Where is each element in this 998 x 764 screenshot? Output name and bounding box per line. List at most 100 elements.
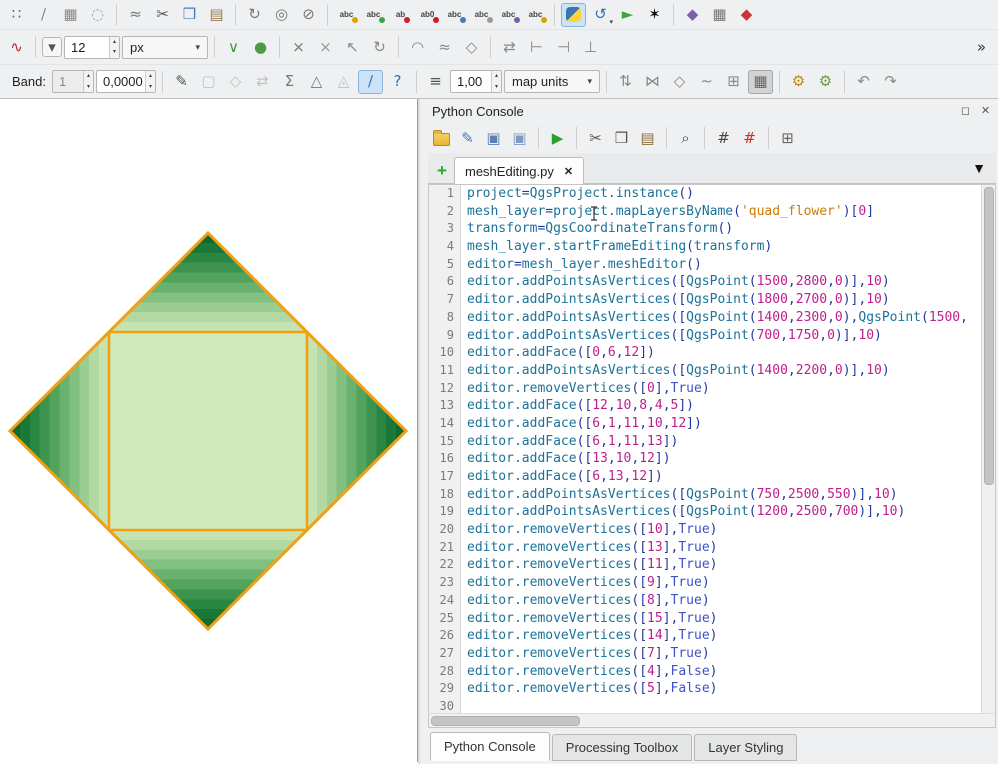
label-rotate-icon[interactable]: abc: [469, 3, 494, 27]
digitize-curve-icon[interactable]: ∨: [221, 35, 246, 59]
code-line[interactable]: 22editor.removeVertices([11],True): [429, 556, 981, 574]
editor-vertical-scrollbar[interactable]: [981, 185, 995, 713]
toolbar-overflow-icon[interactable]: »: [969, 35, 994, 59]
mesh-statistics-icon[interactable]: Σ: [277, 70, 302, 94]
code-line[interactable]: 21editor.removeVertices([13],True): [429, 539, 981, 557]
size-spinbox-up-button[interactable]: ▴: [110, 37, 119, 48]
delete-part-icon[interactable]: ×: [286, 35, 311, 59]
map-canvas[interactable]: [0, 99, 418, 762]
mesh-add-group-gear-icon[interactable]: ⚙: [813, 70, 838, 94]
move-vertex-icon[interactable]: ↖: [340, 35, 365, 59]
width-spinbox-down-button[interactable]: ▾: [492, 82, 501, 93]
tab-python-console[interactable]: Python Console: [430, 732, 550, 761]
transform-mesh-vertices-icon[interactable]: ⇄: [250, 70, 275, 94]
code-line[interactable]: 12editor.removeVertices([0],True): [429, 380, 981, 398]
code-line[interactable]: 16editor.addFace([13,10,12]): [429, 450, 981, 468]
code-line[interactable]: 18editor.addPointsAsVertices([QgsPoint(7…: [429, 486, 981, 504]
tab-close-icon[interactable]: ✕: [564, 165, 573, 178]
delaunay-triangulation-icon[interactable]: ◬: [331, 70, 356, 94]
code-editor[interactable]: 1project=QgsProject.instance()2mesh_laye…: [428, 184, 996, 713]
code-line[interactable]: 3transform=QgsCoordinateTransform(): [429, 220, 981, 238]
width-spinbox[interactable]: 1,00▴▾: [450, 70, 502, 93]
units-combo[interactable]: px▾: [122, 36, 208, 59]
code-line[interactable]: 4mesh_layer.startFrameEditing(transform): [429, 238, 981, 256]
band-spinbox-down-button[interactable]: ▾: [84, 82, 93, 93]
rotate-vertices-icon[interactable]: ↻: [367, 35, 392, 59]
float-panel-icon[interactable]: ◻: [959, 106, 972, 117]
move-feature-icon[interactable]: ▦: [58, 3, 83, 27]
copy-features-icon[interactable]: ❒: [177, 3, 202, 27]
merge-faces-icon[interactable]: ⋈: [640, 70, 665, 94]
vertical-scroll-thumb[interactable]: [984, 187, 994, 485]
code-line[interactable]: 13editor.addFace([12,10,8,4,5]): [429, 397, 981, 415]
trace-icon[interactable]: ◠: [405, 35, 430, 59]
undo-icon[interactable]: ↺▾: [588, 3, 613, 27]
tab-processing-toolbox[interactable]: Processing Toolbox: [552, 734, 693, 761]
close-panel-icon[interactable]: ✕: [979, 106, 992, 117]
band-spinbox[interactable]: 1▴▾: [52, 70, 94, 93]
band-spinbox-up-button[interactable]: ▴: [84, 71, 93, 82]
split-faces-icon[interactable]: ◇: [667, 70, 692, 94]
reverse-line-icon[interactable]: ⇄: [497, 35, 522, 59]
size-spinbox-down-button[interactable]: ▾: [110, 47, 119, 58]
simplify-feature-icon[interactable]: ≈: [123, 3, 148, 27]
style-dropdown-button[interactable]: ▾: [42, 37, 62, 57]
smooth-mesh-icon[interactable]: ∼: [694, 70, 719, 94]
label-move-icon[interactable]: abc: [442, 3, 467, 27]
open-in-external-editor-icon[interactable]: ✎: [456, 127, 479, 149]
code-area[interactable]: 1project=QgsProject.instance()2mesh_laye…: [429, 185, 981, 713]
object-inspector-icon[interactable]: ⊞: [776, 127, 799, 149]
stream-digitize-icon[interactable]: ≈: [432, 35, 457, 59]
interpolation-icon[interactable]: ≡: [423, 70, 448, 94]
vertex-tool-icon[interactable]: ∷: [4, 3, 29, 27]
tab-list-dropdown-icon[interactable]: ▼: [972, 160, 994, 176]
z-spinbox[interactable]: 0,0000▴▾: [96, 70, 156, 93]
flip-edge-icon[interactable]: ⇅: [613, 70, 638, 94]
digitize-mesh-elements-icon[interactable]: ✎: [169, 70, 194, 94]
code-line[interactable]: 8editor.addPointsAsVertices([QgsPoint(14…: [429, 309, 981, 327]
copy-icon[interactable]: ❒: [610, 127, 633, 149]
select-mesh-by-rect-icon[interactable]: ▢: [196, 70, 221, 94]
plugin-bug-icon[interactable]: ✶: [642, 3, 667, 27]
code-line[interactable]: 26editor.removeVertices([14],True): [429, 627, 981, 645]
z-spinbox-up-button[interactable]: ▴: [146, 71, 155, 82]
code-line[interactable]: 10editor.addFace([0,6,12]): [429, 344, 981, 362]
split-parts-icon[interactable]: ⊢: [524, 35, 549, 59]
code-line[interactable]: 1project=QgsProject.instance(): [429, 185, 981, 203]
add-tab-button[interactable]: +: [430, 159, 454, 183]
shape-digitize-icon[interactable]: ●: [248, 35, 273, 59]
offset-curve-icon[interactable]: ◌: [85, 3, 110, 27]
selected-faces-tool-icon[interactable]: ▦: [748, 70, 773, 94]
undo-mesh-edit-icon[interactable]: ↶: [851, 70, 876, 94]
tab-layer-styling[interactable]: Layer Styling: [694, 734, 797, 761]
size-spinbox[interactable]: 12▴▾: [64, 36, 120, 59]
python-console-icon[interactable]: [561, 3, 586, 27]
label-callout-icon[interactable]: abc: [523, 3, 548, 27]
code-line[interactable]: 29editor.removeVertices([5],False): [429, 680, 981, 698]
refine-mesh-icon[interactable]: △: [304, 70, 329, 94]
width-units-combo[interactable]: map units▾: [504, 70, 600, 93]
delete-hole-icon[interactable]: ×: [313, 35, 338, 59]
run-script-icon[interactable]: ▶: [546, 127, 569, 149]
mesh-reindex-icon[interactable]: ◆: [734, 3, 759, 27]
cut-features-icon[interactable]: ✂: [150, 3, 175, 27]
rotate-feature-icon[interactable]: ↻: [242, 3, 267, 27]
code-line[interactable]: 14editor.addFace([6,1,11,10,12]): [429, 415, 981, 433]
save-icon[interactable]: ▣: [482, 127, 505, 149]
label-pin-icon[interactable]: abc: [334, 3, 359, 27]
refine-face-icon[interactable]: ⊞: [721, 70, 746, 94]
merge-parts-icon[interactable]: ⊣: [551, 35, 576, 59]
code-line[interactable]: 23editor.removeVertices([9],True): [429, 574, 981, 592]
annotation-icon[interactable]: ∿: [4, 35, 29, 59]
editor-tab-meshediting[interactable]: meshEditing.py ✕: [454, 157, 584, 184]
delete-ring-icon[interactable]: ⊘: [296, 3, 321, 27]
snap-settings-icon[interactable]: ⊥: [578, 35, 603, 59]
code-line[interactable]: 7editor.addPointsAsVertices([QgsPoint(18…: [429, 291, 981, 309]
code-line[interactable]: 25editor.removeVertices([15],True): [429, 610, 981, 628]
reshape-features-icon[interactable]: ∕: [31, 3, 56, 27]
label-ab-red-icon[interactable]: ab: [388, 3, 413, 27]
code-line[interactable]: 19editor.addPointsAsVertices([QgsPoint(1…: [429, 503, 981, 521]
label-change-properties-icon[interactable]: abc: [496, 3, 521, 27]
force-by-lines-icon[interactable]: ∕: [358, 70, 383, 94]
code-line[interactable]: 5editor=mesh_layer.meshEditor(): [429, 256, 981, 274]
